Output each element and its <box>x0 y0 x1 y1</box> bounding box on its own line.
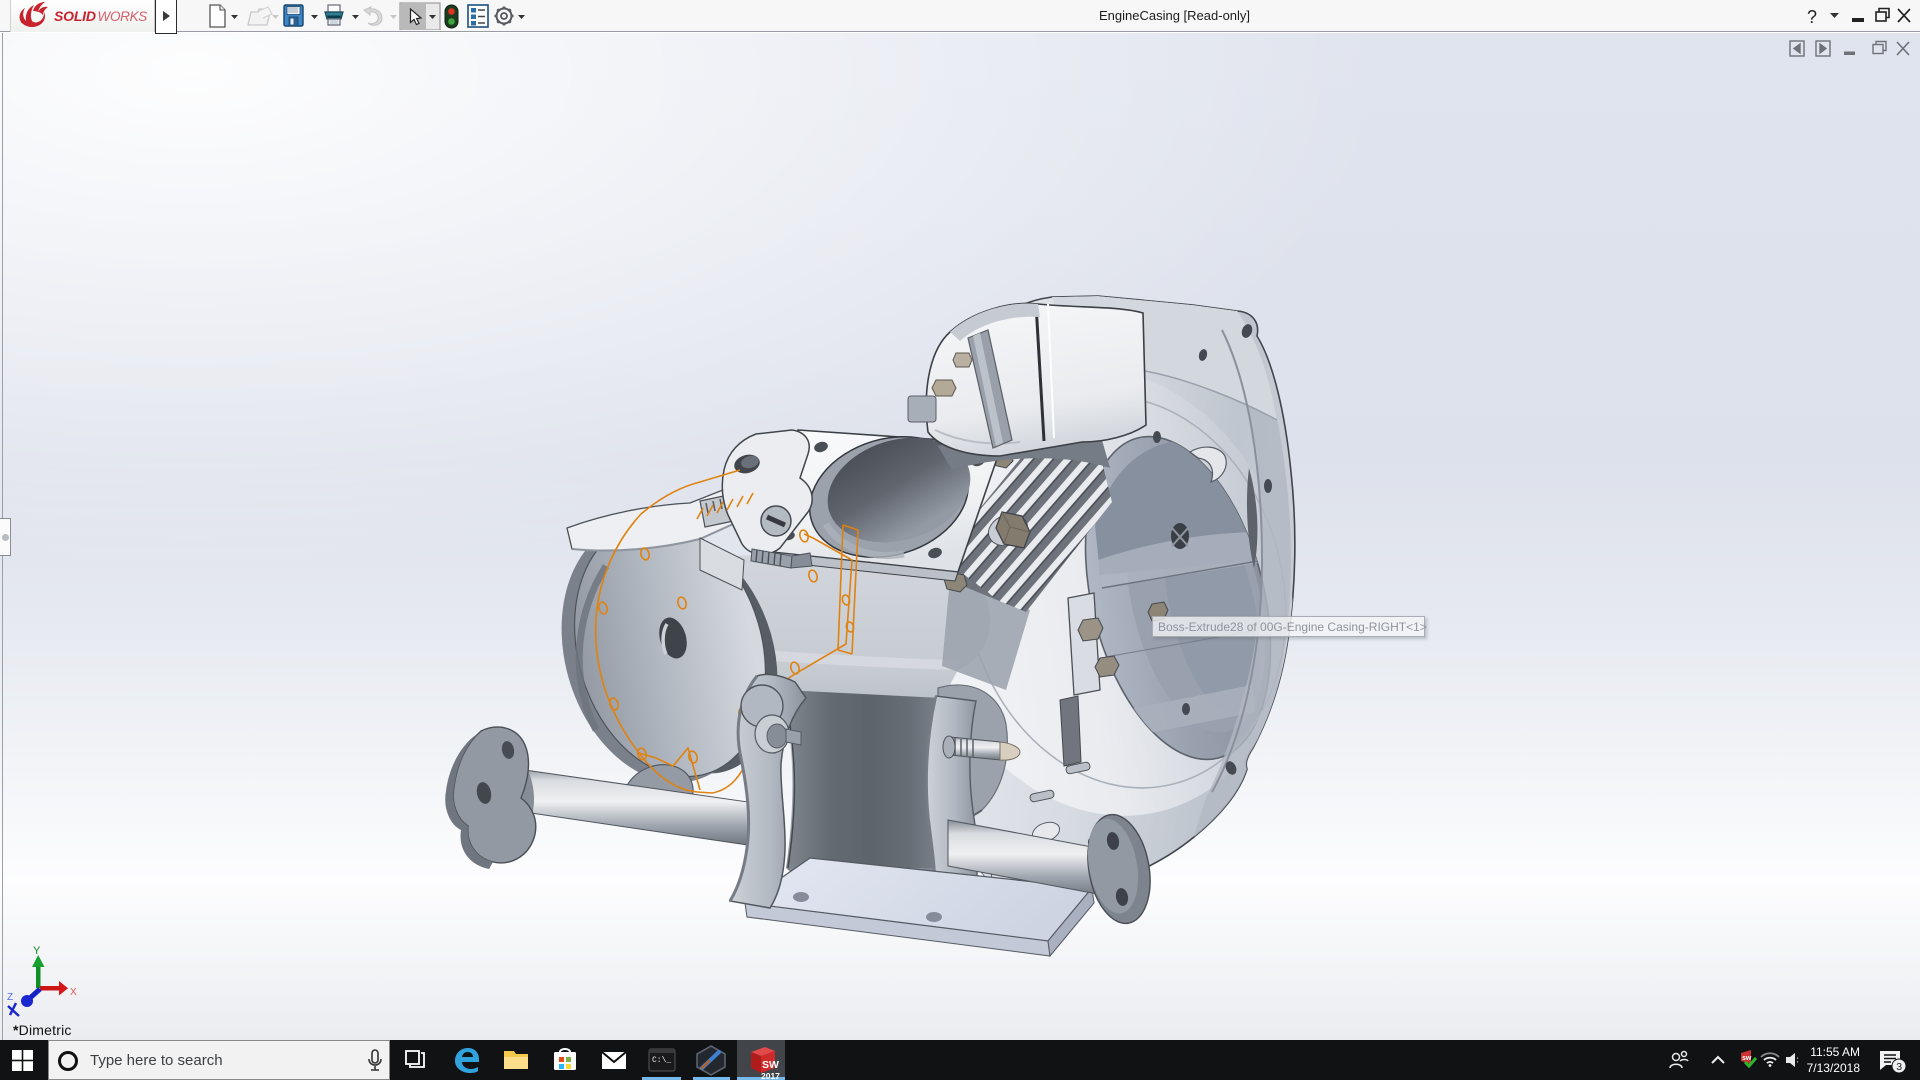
svg-text:Y: Y <box>33 945 41 957</box>
svg-text:2017: 2017 <box>761 1071 780 1080</box>
svg-text:SW: SW <box>762 1059 779 1071</box>
svg-text:sw: sw <box>1742 1055 1752 1062</box>
svg-text:C:\_: C:\_ <box>652 1056 671 1065</box>
svg-text:SOLID: SOLID <box>54 8 96 24</box>
svg-text:?: ? <box>1807 7 1817 27</box>
svg-text:WORKS: WORKS <box>98 9 148 24</box>
svg-text:3: 3 <box>1896 1061 1902 1073</box>
svg-text:X: X <box>70 987 77 998</box>
svg-text:Z: Z <box>7 992 13 1003</box>
